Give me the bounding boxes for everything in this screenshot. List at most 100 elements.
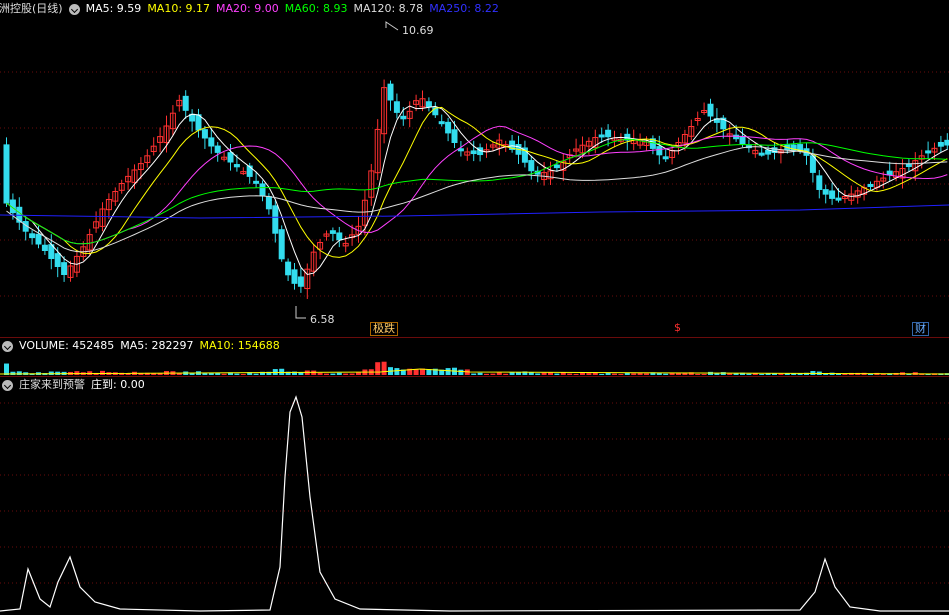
volume-bar bbox=[484, 373, 489, 375]
candle-body bbox=[233, 164, 240, 168]
candle-body bbox=[3, 144, 10, 204]
candle-body bbox=[765, 149, 772, 155]
volume-bar bbox=[586, 373, 592, 375]
signal-curve bbox=[0, 395, 949, 612]
volume-bar bbox=[554, 373, 560, 375]
volume-bar bbox=[637, 373, 643, 375]
candle-body bbox=[867, 183, 874, 187]
volume-bar bbox=[343, 373, 349, 375]
volume-bar bbox=[381, 361, 387, 375]
candle-body bbox=[227, 152, 234, 163]
candle-body bbox=[208, 137, 215, 147]
volume-bar bbox=[701, 373, 707, 375]
volume-bar bbox=[778, 373, 784, 375]
candle-body bbox=[739, 135, 746, 144]
volume-bar bbox=[759, 373, 765, 375]
candle-body bbox=[937, 141, 944, 147]
candle-body bbox=[16, 206, 23, 223]
volume-bar bbox=[4, 363, 9, 375]
event-tag-finance[interactable]: 财 bbox=[912, 322, 929, 336]
volume-bar bbox=[599, 373, 605, 375]
volume-bar bbox=[618, 373, 624, 375]
volume-bar bbox=[836, 373, 841, 375]
candle-body bbox=[886, 170, 893, 176]
candle-body bbox=[822, 189, 829, 195]
candle-body bbox=[291, 269, 298, 284]
event-tag-dollar[interactable]: $ bbox=[672, 322, 683, 334]
candle-body bbox=[400, 115, 407, 120]
volume-bar bbox=[567, 373, 573, 375]
candle-body bbox=[329, 230, 336, 234]
high-marker-line bbox=[385, 21, 399, 31]
price-panel[interactable]: 中洲控股(日线) MA5: 9.59 MA10: 9.17 MA20: 9.00… bbox=[0, 0, 949, 337]
candle-body bbox=[797, 144, 804, 151]
candle-body bbox=[425, 101, 432, 108]
candle-body bbox=[182, 95, 189, 111]
volume-bar bbox=[580, 372, 585, 375]
volume-bar bbox=[272, 369, 278, 375]
volume-panel[interactable]: VOLUME: 452485 MA5: 282297 MA10: 154688 bbox=[0, 338, 949, 376]
volume-bar bbox=[330, 373, 336, 375]
volume-bar bbox=[221, 373, 227, 375]
candle-body bbox=[41, 244, 48, 251]
candle-body bbox=[265, 196, 272, 210]
candle-body bbox=[925, 150, 932, 154]
signal-chart bbox=[0, 395, 949, 612]
candle-body bbox=[253, 180, 260, 184]
volume-bar bbox=[663, 373, 669, 375]
volume-bar bbox=[458, 369, 464, 375]
candle-body bbox=[54, 253, 61, 267]
volume-bar bbox=[496, 372, 502, 375]
volume-bar bbox=[336, 372, 342, 375]
candle-body bbox=[336, 232, 343, 241]
candle-body bbox=[297, 276, 304, 287]
event-tag-plunge[interactable]: 极跌 bbox=[370, 322, 398, 336]
moving-average-line bbox=[6, 106, 948, 258]
candle-body bbox=[528, 160, 535, 172]
candle-body bbox=[944, 139, 949, 146]
ma250-line bbox=[0, 204, 949, 219]
candle-body bbox=[605, 129, 612, 138]
candle-body bbox=[438, 121, 445, 125]
volume-bar bbox=[624, 372, 630, 375]
volume-bar bbox=[509, 372, 515, 375]
volume-bar bbox=[676, 373, 681, 375]
candle-body bbox=[457, 148, 464, 152]
volume-bar bbox=[10, 371, 16, 375]
volume-bar bbox=[253, 373, 259, 375]
candle-body bbox=[470, 150, 477, 155]
volume-bar bbox=[644, 373, 649, 375]
volume-bar bbox=[413, 369, 419, 375]
candle-body bbox=[201, 129, 208, 139]
volume-bar bbox=[541, 372, 547, 375]
candle-body bbox=[905, 164, 912, 168]
volume-bar bbox=[612, 373, 617, 375]
volume-chart bbox=[0, 361, 949, 375]
candle-body bbox=[285, 261, 292, 276]
signal-panel[interactable]: 庄家来到预警 庄到: 0.00 bbox=[0, 377, 949, 615]
volume-bar bbox=[445, 368, 451, 375]
volume-bar bbox=[695, 373, 701, 375]
candle-body bbox=[272, 205, 279, 234]
candle-body bbox=[758, 152, 765, 156]
candle-body bbox=[393, 101, 400, 113]
volume-bar bbox=[727, 373, 733, 375]
volume-bar bbox=[605, 372, 611, 375]
volume-bar bbox=[317, 372, 323, 375]
candle-body bbox=[598, 134, 605, 138]
volume-bar bbox=[240, 373, 246, 375]
candle-body bbox=[214, 145, 221, 153]
candle-body bbox=[387, 83, 394, 101]
high-price-label: 10.69 bbox=[402, 24, 434, 37]
candle-body bbox=[29, 233, 36, 239]
candle-body bbox=[829, 190, 836, 199]
candle-body bbox=[445, 121, 452, 134]
volume-bar bbox=[356, 372, 361, 375]
volume-bar bbox=[471, 373, 477, 375]
candle-body bbox=[707, 103, 714, 117]
candlestick-chart[interactable] bbox=[0, 0, 949, 337]
volume-bar bbox=[100, 370, 105, 375]
volume-bar bbox=[490, 373, 496, 375]
volume-bar bbox=[746, 373, 752, 375]
candle-body bbox=[816, 175, 823, 190]
